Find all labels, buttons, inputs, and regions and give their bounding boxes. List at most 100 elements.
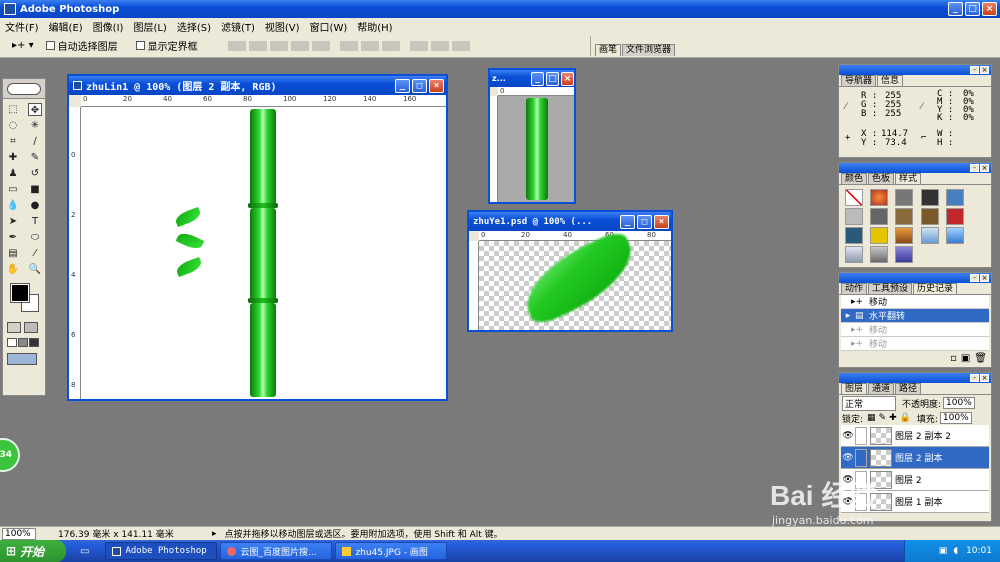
gradient-tool-icon[interactable]: ■ — [28, 183, 42, 196]
doc-close-button[interactable]: × — [561, 71, 574, 86]
link-toggle[interactable] — [855, 470, 867, 489]
doc-minimize-button[interactable]: _ — [531, 71, 544, 86]
move-tool-icon[interactable]: ✥ — [28, 103, 42, 116]
document-title-bar[interactable]: zhuYe1.psd @ 100% (... _ □ × — [469, 212, 671, 231]
fill-input[interactable]: 100% — [939, 412, 972, 424]
menu-select[interactable]: 选择(S) — [172, 19, 216, 34]
zoom-tool-icon[interactable]: 🔍 — [28, 263, 42, 276]
panel-minimize-button[interactable]: - — [970, 164, 979, 172]
align-center-icon[interactable] — [311, 40, 330, 51]
distribute-hcenter-icon[interactable] — [430, 40, 449, 51]
brush-tool-icon[interactable]: ✎ — [28, 151, 42, 164]
doc-minimize-button[interactable]: _ — [620, 214, 635, 229]
panel-minimize-button[interactable]: - — [970, 374, 979, 382]
blend-mode-select[interactable]: 正常 — [842, 395, 896, 411]
menu-filter[interactable]: 滤镜(T) — [216, 19, 260, 34]
trash-icon[interactable]: 🗑 — [974, 353, 987, 364]
tab-styles[interactable]: 样式 — [895, 173, 922, 184]
history-item[interactable]: ▸+ 移动 — [841, 323, 989, 337]
close-button[interactable]: × — [982, 2, 997, 16]
lasso-tool-icon[interactable]: ◌ — [6, 119, 20, 132]
slice-tool-icon[interactable]: ∕ — [28, 135, 42, 148]
opacity-input[interactable]: 100% — [943, 397, 975, 409]
tab-paths[interactable]: 路径 — [895, 383, 922, 394]
panel-minimize-button[interactable]: - — [970, 274, 979, 282]
tab-brushes[interactable]: 画笔 — [595, 43, 622, 56]
style-swatch[interactable] — [945, 227, 964, 244]
style-swatch[interactable] — [870, 189, 889, 206]
notes-tool-icon[interactable]: ▤ — [6, 247, 20, 260]
style-swatch[interactable] — [870, 246, 889, 263]
auto-select-checkbox[interactable] — [45, 41, 55, 50]
network-icon[interactable]: ▣ — [939, 546, 948, 556]
lock-move-icon[interactable]: ✚ — [889, 413, 897, 423]
shape-tool-icon[interactable]: ⬭ — [28, 231, 42, 244]
screen-mode-full-menu-icon[interactable] — [18, 338, 28, 347]
doc-maximize-button[interactable]: □ — [637, 214, 652, 229]
new-document-icon[interactable]: ▫ — [950, 353, 957, 364]
link-toggle[interactable] — [855, 492, 867, 511]
tab-actions[interactable]: 动作 — [841, 283, 868, 294]
color-swatches[interactable] — [7, 282, 41, 316]
history-item[interactable]: ▸ ▤ 水平翻转 — [841, 309, 989, 323]
style-swatch[interactable] — [845, 246, 863, 263]
dodge-tool-icon[interactable]: ● — [28, 199, 42, 212]
crop-tool-icon[interactable]: ⌗ — [6, 135, 20, 148]
doc-close-button[interactable]: × — [654, 214, 669, 229]
menu-view[interactable]: 视图(V) — [260, 19, 305, 34]
marquee-tool-icon[interactable]: ⬚ — [6, 103, 20, 116]
document-window-small[interactable]: z... _ □ × 0 — [488, 68, 576, 204]
show-bounds-checkbox[interactable] — [135, 41, 145, 50]
style-swatch[interactable] — [845, 208, 863, 225]
type-tool-icon[interactable]: T — [28, 215, 42, 228]
panel-minimize-button[interactable]: - — [970, 66, 979, 74]
task-browser[interactable]: 云图_百度图片搜... — [220, 542, 333, 560]
visibility-eye-icon[interactable]: 👁 — [841, 431, 855, 441]
tab-swatches[interactable]: 色板 — [868, 173, 895, 184]
menu-image[interactable]: 图像(I) — [88, 19, 129, 34]
visibility-eye-icon[interactable]: 👁 — [841, 475, 855, 485]
move-tool-preset[interactable]: ▸+ ▾ — [12, 40, 34, 51]
eyedropper-tool-icon[interactable]: ⁄ — [28, 247, 42, 260]
standard-mode-icon[interactable] — [7, 322, 21, 333]
menu-window[interactable]: 窗口(W) — [305, 19, 353, 34]
eraser-tool-icon[interactable]: ▭ — [6, 183, 20, 196]
zoom-level[interactable]: 100% — [2, 527, 36, 540]
align-bottom-icon[interactable] — [269, 40, 288, 51]
lock-transparency-icon[interactable]: ▦ — [867, 413, 876, 423]
align-middle-icon[interactable] — [248, 40, 267, 51]
style-swatch[interactable] — [895, 208, 914, 225]
floating-badge[interactable]: 34 — [0, 438, 20, 472]
maximize-button[interactable]: □ — [965, 2, 980, 16]
screen-mode-full-icon[interactable] — [29, 338, 39, 347]
panel-close-button[interactable]: × — [980, 374, 989, 382]
distribute-right-icon[interactable] — [451, 40, 470, 51]
distribute-bottom-icon[interactable] — [381, 40, 400, 51]
panel-close-button[interactable]: × — [980, 274, 989, 282]
menu-file[interactable]: 文件(F) — [0, 19, 44, 34]
history-item[interactable]: ▸+ 移动 — [841, 295, 989, 309]
layer-row[interactable]: 👁 图层 2 — [841, 469, 989, 491]
canvas[interactable] — [498, 96, 574, 202]
foreground-color[interactable] — [10, 283, 30, 303]
style-swatch[interactable] — [920, 189, 939, 206]
history-item[interactable]: ▸+ 移动 — [841, 337, 989, 351]
style-swatch[interactable] — [920, 208, 939, 225]
document-title-bar[interactable]: z... _ □ × — [490, 70, 574, 87]
layer-row[interactable]: 👁 图层 2 副本 2 — [841, 425, 989, 447]
style-swatch[interactable] — [870, 227, 889, 244]
start-button[interactable]: ⊞ 开始 — [0, 540, 66, 562]
task-photoshop[interactable]: Adobe Photoshop — [105, 542, 218, 560]
magic-wand-tool-icon[interactable]: ✳ — [28, 119, 42, 132]
document-title-bar[interactable]: zhuLin1 @ 100% (图层 2 副本, RGB) _ □ × — [69, 76, 446, 95]
hand-tool-icon[interactable]: ✋ — [6, 263, 20, 276]
style-swatch[interactable] — [870, 208, 889, 225]
style-swatch[interactable] — [895, 189, 914, 206]
style-swatch[interactable] — [895, 227, 914, 244]
pen-tool-icon[interactable]: ✒ — [6, 231, 20, 244]
tab-navigator[interactable]: 导航器 — [841, 75, 877, 86]
jump-to-imageready-icon[interactable] — [7, 353, 37, 365]
visibility-eye-icon[interactable]: 👁 — [841, 453, 855, 463]
link-toggle[interactable] — [855, 426, 867, 445]
style-swatch[interactable] — [945, 189, 964, 206]
